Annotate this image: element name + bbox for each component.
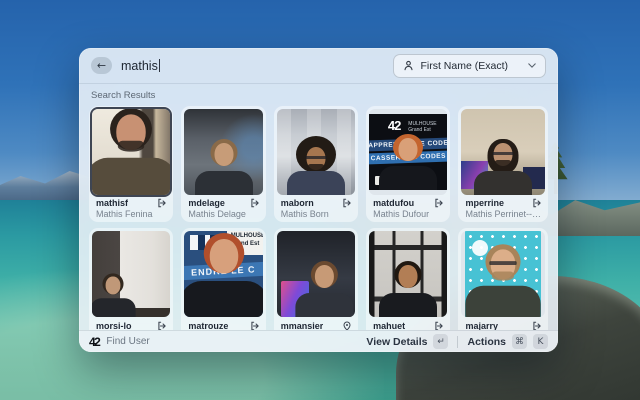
result-username: mmansier bbox=[281, 321, 324, 331]
enter-icon bbox=[157, 321, 167, 331]
person-silhouette bbox=[286, 139, 346, 195]
k-key-badge: K bbox=[533, 334, 548, 349]
enter-key-badge: ↵ bbox=[433, 334, 448, 349]
result-photo bbox=[184, 109, 262, 195]
search-input[interactable]: mathis bbox=[121, 59, 160, 73]
person-icon bbox=[403, 60, 414, 71]
enter-icon bbox=[434, 198, 444, 208]
result-username: mahuet bbox=[373, 321, 405, 331]
result-fullname: Mathis Dufour bbox=[369, 208, 447, 220]
view-details-button[interactable]: View Details bbox=[366, 336, 427, 348]
result-card-matrouze[interactable]: MULHOUSE Grand Est ENDRE LE C ER DES CO … bbox=[181, 228, 265, 330]
text-cursor bbox=[159, 59, 161, 72]
launcher-window: ← mathis First Name (Exact) Search Resul… bbox=[79, 48, 558, 352]
person-silhouette bbox=[378, 261, 438, 317]
result-card-mmansier[interactable]: mmansier bbox=[274, 228, 358, 330]
enter-icon bbox=[342, 198, 352, 208]
result-photo bbox=[369, 231, 447, 317]
result-card-mahuet[interactable]: mahuet bbox=[366, 228, 450, 330]
result-username: majarry bbox=[465, 321, 498, 331]
search-input-value: mathis bbox=[121, 59, 158, 73]
result-fullname: Mathis Perrinet--… bbox=[461, 208, 545, 220]
enter-icon bbox=[434, 321, 444, 331]
result-card-mperrine[interactable]: mperrine Mathis Perrinet--… bbox=[458, 106, 548, 222]
results-area: Search Results mathisf Mathis Fenina bbox=[79, 84, 558, 330]
person-silhouette bbox=[378, 134, 438, 190]
result-photo bbox=[461, 231, 545, 317]
result-photo bbox=[277, 109, 355, 195]
result-username: matrouze bbox=[188, 321, 228, 331]
actions-button[interactable]: Actions bbox=[467, 336, 506, 348]
enter-icon bbox=[250, 198, 260, 208]
app-name: Find User bbox=[106, 336, 149, 347]
enter-icon bbox=[157, 198, 167, 208]
result-photo: MULHOUSE Grand Est ENDRE LE C ER DES CO bbox=[184, 231, 262, 317]
person-silhouette bbox=[194, 139, 254, 195]
divider bbox=[457, 336, 458, 348]
result-photo bbox=[461, 109, 545, 195]
person-silhouette bbox=[92, 273, 137, 317]
result-fullname: Mathis Born bbox=[277, 208, 355, 220]
chevron-down-icon bbox=[528, 63, 536, 68]
result-photo bbox=[92, 109, 170, 195]
result-username: matdufou bbox=[373, 198, 414, 208]
result-photo: 42 MULHOUSE Grand Est APPRENDRE LE CODE … bbox=[369, 109, 447, 195]
result-username: mdelage bbox=[188, 198, 225, 208]
result-card-mdelage[interactable]: mdelage Mathis Delage bbox=[181, 106, 265, 222]
result-username: morsi-lo bbox=[96, 321, 132, 331]
person-silhouette bbox=[184, 233, 262, 317]
42-logo-overlay: 42 bbox=[388, 118, 400, 133]
result-card-matdufou[interactable]: 42 MULHOUSE Grand Est APPRENDRE LE CODE … bbox=[366, 106, 450, 222]
person-silhouette bbox=[465, 244, 541, 317]
arrow-left-icon: ← bbox=[97, 59, 106, 72]
desktop: ← mathis First Name (Exact) Search Resul… bbox=[0, 0, 640, 400]
campus-text-overlay: MULHOUSE Grand Est bbox=[408, 121, 435, 133]
filter-dropdown[interactable]: First Name (Exact) bbox=[393, 54, 546, 78]
result-card-maborn[interactable]: maborn Mathis Born bbox=[274, 106, 358, 222]
person-silhouette bbox=[92, 109, 170, 195]
result-username: maborn bbox=[281, 198, 314, 208]
person-silhouette bbox=[473, 139, 533, 195]
results-grid: mathisf Mathis Fenina mdelage Mathis Del… bbox=[89, 106, 548, 330]
result-photo bbox=[277, 231, 355, 317]
action-bar: 42 Find User View Details ↵ Actions ⌘ K bbox=[79, 330, 558, 352]
back-button[interactable]: ← bbox=[91, 57, 112, 74]
result-username: mperrine bbox=[465, 198, 504, 208]
result-card-majarry[interactable]: majarry bbox=[458, 228, 548, 330]
search-header: ← mathis First Name (Exact) bbox=[79, 48, 558, 84]
enter-icon bbox=[250, 321, 260, 331]
person-silhouette bbox=[294, 261, 354, 317]
result-fullname: Mathis Fenina bbox=[92, 208, 170, 220]
enter-icon bbox=[532, 198, 542, 208]
enter-icon bbox=[532, 321, 542, 331]
result-photo bbox=[92, 231, 170, 317]
cmd-key-badge: ⌘ bbox=[512, 334, 527, 349]
result-card-mathisf[interactable]: mathisf Mathis Fenina bbox=[89, 106, 173, 222]
section-title: Search Results bbox=[91, 90, 548, 101]
result-username: mathisf bbox=[96, 198, 128, 208]
filter-dropdown-label: First Name (Exact) bbox=[420, 60, 508, 72]
location-pin-icon bbox=[342, 321, 352, 331]
result-fullname: Mathis Delage bbox=[184, 208, 262, 220]
42-logo-icon: 42 bbox=[89, 335, 99, 349]
result-card-morsi-lo[interactable]: morsi-lo bbox=[89, 228, 173, 330]
